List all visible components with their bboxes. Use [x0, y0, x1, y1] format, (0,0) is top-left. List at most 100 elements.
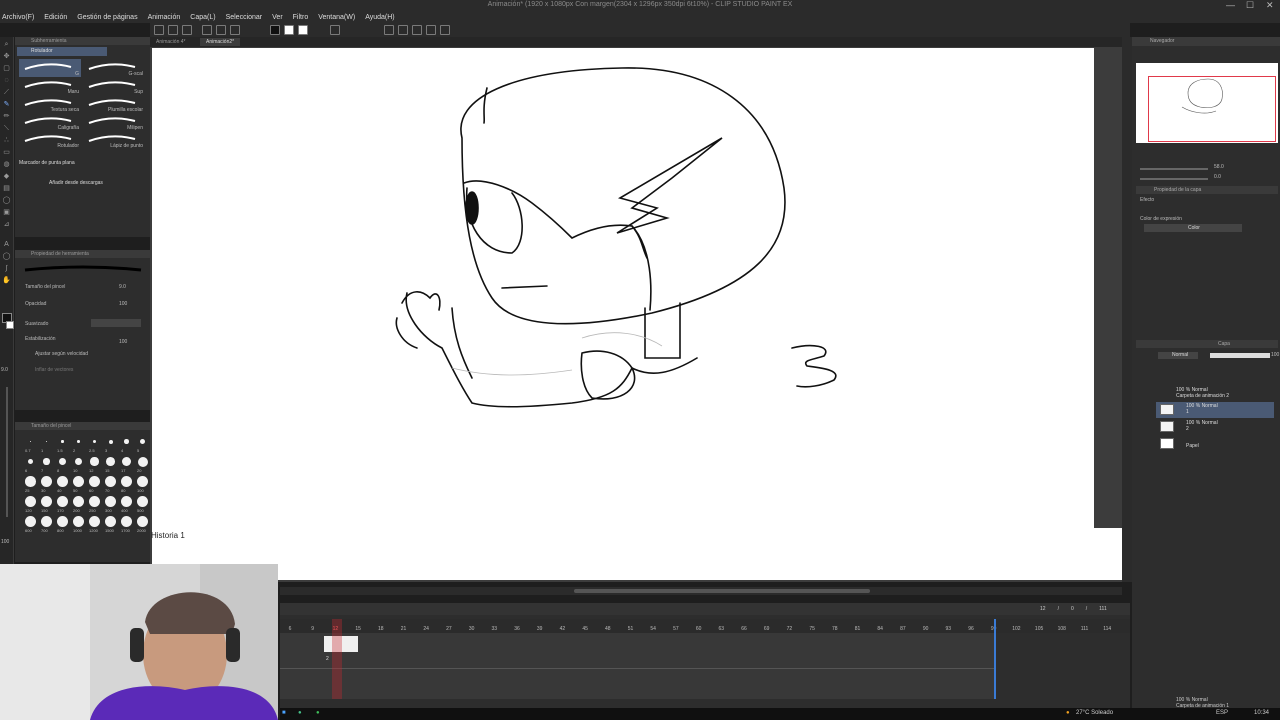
frame-tool-icon[interactable]: ▣	[2, 209, 11, 217]
open-file-icon[interactable]	[168, 25, 178, 35]
brush-size-option[interactable]	[61, 440, 64, 443]
brush-size-option[interactable]	[105, 476, 116, 487]
ruler-tool-icon[interactable]: ⊿	[2, 221, 11, 229]
brush-size-option[interactable]	[137, 496, 148, 507]
gradient-tool-icon[interactable]: ▤	[2, 185, 11, 193]
brush-size-option[interactable]	[121, 516, 132, 527]
brush-item-g[interactable]: G	[19, 59, 81, 77]
menu-animation[interactable]: Animación	[148, 12, 181, 23]
brush-size-option[interactable]	[108, 439, 113, 444]
balloon-tool-icon[interactable]: ◯	[2, 253, 11, 261]
weather-text[interactable]: 27°C Soleado	[1076, 710, 1113, 716]
timeline-ruler[interactable]: 6 9 12 15 18 21 24 27 30 33 36 39 42 45 48 51 54 57 60 63 66…	[280, 619, 1130, 633]
add-from-downloads-button[interactable]: Añadir desde descargas	[49, 180, 103, 186]
text-tool-icon[interactable]: A	[2, 241, 11, 249]
figure-tool-icon[interactable]: ◯	[2, 197, 11, 205]
blend-tool-icon[interactable]: ◍	[2, 161, 11, 169]
navigator-zoom[interactable]: 58.0	[1214, 164, 1224, 170]
brush-size-option[interactable]	[25, 476, 36, 487]
flip-icon[interactable]	[398, 25, 408, 35]
zoom-slider[interactable]	[1140, 168, 1208, 170]
brush-size-option[interactable]	[139, 438, 146, 445]
menu-file[interactable]: Archivo(F)	[2, 12, 34, 23]
horizontal-scroll-thumb[interactable]	[574, 589, 870, 593]
brush-size-option[interactable]	[30, 441, 31, 442]
clip-studio-taskbar-icon[interactable]: ●	[298, 710, 302, 716]
save-icon[interactable]	[182, 25, 192, 35]
playhead[interactable]	[332, 619, 342, 699]
brush-size-option[interactable]	[137, 516, 148, 527]
brush-size-option[interactable]	[90, 457, 99, 466]
lasso-tool-icon[interactable]: ◌	[2, 77, 11, 85]
brush-size-option[interactable]	[137, 476, 148, 487]
rotate-icon[interactable]	[412, 25, 422, 35]
brush-size-option[interactable]	[92, 439, 97, 444]
pencil-tool-icon[interactable]: ✏	[2, 113, 11, 121]
clock[interactable]: 10:34	[1254, 710, 1269, 716]
white-color-icon[interactable]	[284, 25, 294, 35]
select-tool-icon[interactable]: ▢	[2, 65, 11, 73]
menu-pages[interactable]: Gestión de páginas	[77, 12, 137, 23]
airbrush-tool-icon[interactable]: ∴	[2, 137, 11, 145]
size-slider[interactable]	[6, 387, 8, 517]
brush-item-gscal[interactable]: G-scal	[83, 59, 145, 77]
light-table-icon[interactable]	[440, 25, 450, 35]
brush-size-option[interactable]	[41, 496, 52, 507]
spotify-taskbar-icon[interactable]: ●	[316, 710, 320, 716]
eraser-tool-icon[interactable]: ▭	[2, 149, 11, 157]
menu-help[interactable]: Ayuda(H)	[365, 12, 394, 23]
language-indicator[interactable]: ESP	[1216, 710, 1228, 716]
brush-item-plumilla[interactable]: Plumilla escolar	[83, 95, 145, 113]
tab-animation-2[interactable]: Animación2*	[200, 38, 241, 46]
brush-size-option[interactable]	[25, 516, 36, 527]
brush-size-option[interactable]	[121, 456, 132, 467]
brush-item-milipen[interactable]: Milipen	[83, 113, 145, 131]
onion-skin-icon[interactable]	[426, 25, 436, 35]
brush-size-option[interactable]	[25, 496, 36, 507]
antialias-selector[interactable]	[91, 319, 141, 327]
layer-opacity-slider[interactable]	[1210, 353, 1270, 358]
transform-icon[interactable]	[384, 25, 394, 35]
pen-tool-icon[interactable]: ✎	[2, 101, 11, 109]
brush-size-option[interactable]	[77, 440, 80, 443]
adjust-speed-checkbox[interactable]: Ajustar según velocidad	[35, 351, 88, 357]
close-button[interactable]: ✕	[1266, 0, 1274, 11]
brush-item-rotulador[interactable]: Rotulador	[19, 131, 81, 149]
sub-color-swatch[interactable]	[6, 321, 14, 329]
layer-row-folder[interactable]: 100 % Normal Carpeta de animación 2	[1156, 386, 1274, 402]
windows-start-icon[interactable]: ■	[282, 710, 286, 716]
brush-size-option[interactable]	[105, 496, 116, 507]
selection-icon[interactable]	[330, 25, 340, 35]
vertical-scrollbar[interactable]	[1122, 37, 1132, 582]
brush-size-option[interactable]	[27, 458, 34, 465]
undo-icon[interactable]	[202, 25, 212, 35]
stabilization-value[interactable]: 100	[119, 339, 127, 345]
menu-filter[interactable]: Filtro	[293, 12, 309, 23]
menu-view[interactable]: Ver	[272, 12, 283, 23]
redo-icon[interactable]	[216, 25, 226, 35]
brush-size-value[interactable]: 9.0	[119, 284, 126, 290]
end-frame-marker[interactable]	[994, 619, 996, 699]
drawing-canvas[interactable]	[152, 48, 1094, 528]
hand-tool-icon[interactable]: ✋	[2, 277, 11, 285]
fill-tool-icon[interactable]: ◆	[2, 173, 11, 181]
brush-item-sup[interactable]: Sup	[83, 77, 145, 95]
angle-slider[interactable]	[1140, 178, 1208, 180]
menu-edit[interactable]: Edición	[44, 12, 67, 23]
brush-size-option[interactable]	[59, 458, 66, 465]
menu-select[interactable]: Seleccionar	[226, 12, 263, 23]
maximize-button[interactable]: ☐	[1246, 0, 1254, 11]
navigator-viewport-rect[interactable]	[1148, 76, 1276, 142]
opacity-value[interactable]: 100	[119, 301, 127, 307]
timeline-track[interactable]	[280, 633, 995, 699]
layer-row-1[interactable]: 100 % Normal 1	[1156, 402, 1274, 418]
navigator-angle[interactable]: 0.0	[1214, 174, 1221, 180]
brush-item-maru[interactable]: Maru	[19, 77, 81, 95]
brush-size-option[interactable]	[74, 457, 83, 466]
layer-row-paper[interactable]: Papel	[1156, 436, 1274, 452]
tab-animation-4[interactable]: Animación 4*	[150, 38, 191, 46]
layer-row-2[interactable]: 100 % Normal 2	[1156, 419, 1274, 435]
eyedropper-tool-icon[interactable]: ⟋	[2, 89, 11, 97]
brush-size-option[interactable]	[121, 496, 132, 507]
expression-color-select[interactable]: Color	[1144, 224, 1242, 232]
